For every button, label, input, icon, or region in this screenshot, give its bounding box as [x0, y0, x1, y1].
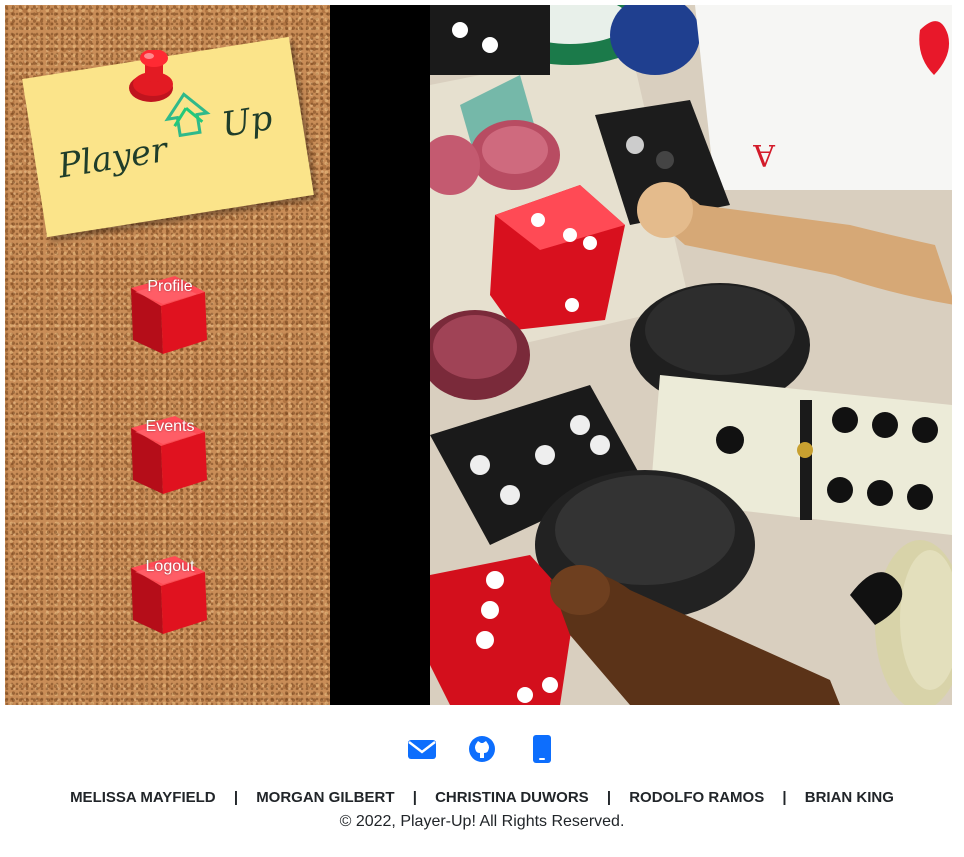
- author-separator: |: [233, 789, 239, 806]
- svg-text:A: A: [753, 137, 776, 172]
- author-credits: MELISSA MAYFIELD | MORGAN GILBERT | CHRI…: [0, 789, 964, 806]
- author-name: CHRISTINA DUWORS: [435, 789, 589, 806]
- nav-logout-button[interactable]: Logout: [125, 538, 215, 638]
- author-separator: |: [412, 789, 417, 806]
- board-games-photo: A: [430, 5, 952, 705]
- logo-text-player: Player: [54, 130, 171, 187]
- red-die-icon: [131, 416, 207, 494]
- footer-contact-icons: [0, 733, 964, 765]
- cork-board-sidebar: Player Up Profile Events Logout: [5, 5, 330, 705]
- github-icon[interactable]: [467, 733, 497, 765]
- nav-profile-button[interactable]: Profile: [125, 258, 215, 358]
- author-name: BRIAN KING: [804, 789, 894, 806]
- author-name: RODOLFO RAMOS: [629, 789, 765, 806]
- nav-profile-label: Profile: [147, 278, 193, 295]
- push-pin-icon: [129, 50, 173, 102]
- copyright-text: © 2022, Player-Up! All Rights Reserved.: [339, 813, 625, 830]
- nav-logout-label: Logout: [145, 558, 195, 575]
- nav-events-label: Events: [145, 418, 195, 435]
- nav-events-button[interactable]: Events: [125, 398, 215, 498]
- author-separator: |: [782, 789, 787, 806]
- red-die-icon: [131, 556, 207, 634]
- mobile-phone-icon[interactable]: [527, 733, 557, 765]
- author-name: MELISSA MAYFIELD: [70, 789, 216, 806]
- black-spacer: [330, 5, 430, 705]
- author-separator: |: [606, 789, 612, 806]
- author-name: MORGAN GILBERT: [256, 789, 395, 806]
- logo-text-up: Up: [219, 98, 275, 145]
- board-games-illustration: A: [430, 5, 952, 705]
- red-die-icon: [131, 276, 207, 354]
- envelope-icon[interactable]: [407, 733, 437, 765]
